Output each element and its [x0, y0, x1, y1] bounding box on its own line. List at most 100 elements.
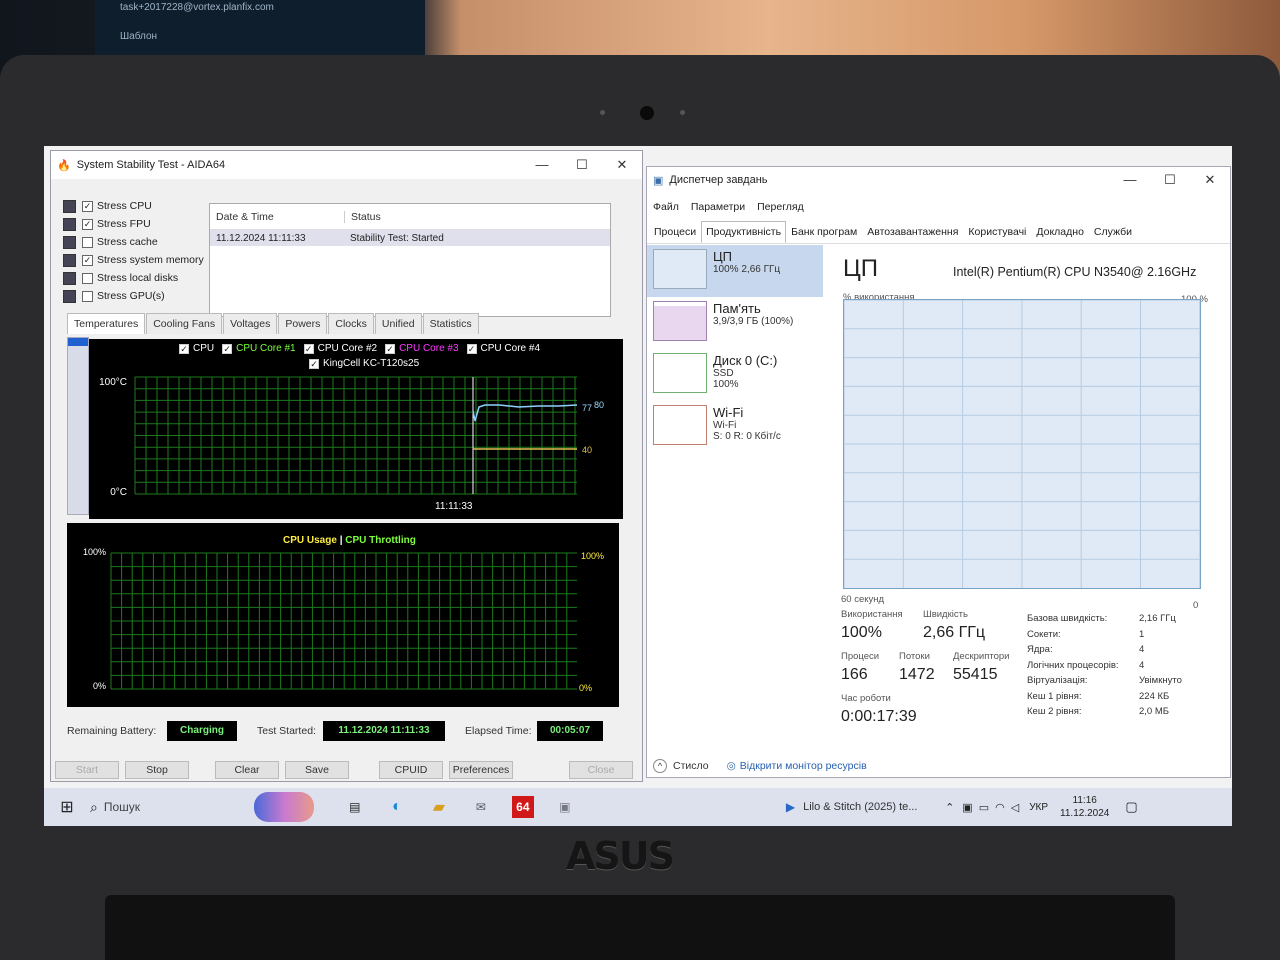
tab[interactable]: Cooling Fans — [146, 313, 223, 334]
device-icon — [63, 235, 76, 249]
search-box[interactable]: Пошук — [104, 800, 254, 814]
checkbox[interactable] — [82, 236, 93, 248]
battery-icon[interactable]: ▭ — [979, 801, 989, 814]
stop-button[interactable]: Stop — [125, 761, 189, 779]
tm-tab[interactable]: Докладно — [1031, 221, 1089, 243]
tm-tab[interactable]: Продуктивність — [701, 221, 787, 243]
maximize-button[interactable]: ☐ — [562, 157, 602, 173]
maximize-button[interactable]: ☐ — [1150, 172, 1190, 188]
file-explorer-icon[interactable]: ▰ — [418, 797, 460, 817]
detail-row: Логічних процесорів: 4 — [1027, 660, 1227, 676]
start-button[interactable]: Start — [55, 761, 119, 779]
device-icon — [63, 199, 76, 213]
detail-row: Сокети: 1 — [1027, 629, 1227, 645]
stress-item[interactable]: Stress GPU(s) — [63, 287, 204, 305]
perf-thumbnail — [653, 301, 707, 341]
clock[interactable]: 11:16 11.12.2024 — [1060, 794, 1109, 820]
perf-item[interactable]: ЦП 100% 2,66 ГГц — [647, 245, 823, 297]
menu-item[interactable]: Файл — [653, 201, 679, 213]
stress-item[interactable]: ✓ Stress FPU — [63, 215, 204, 233]
perf-text: Wi-Fi Wi-Fi S: 0 R: 0 Кбіт/с — [713, 405, 781, 449]
clear-button[interactable]: Clear — [215, 761, 279, 779]
perf-item[interactable]: Пам'ять 3,9/3,9 ГБ (100%) — [647, 297, 823, 349]
save-button[interactable]: Save — [285, 761, 349, 779]
tm-tab[interactable]: Користувачі — [963, 221, 1031, 243]
tab[interactable]: Clocks — [328, 313, 374, 334]
language-indicator[interactable]: УКР — [1029, 802, 1048, 813]
wifi-icon[interactable]: ◠ — [995, 801, 1005, 814]
legend-item[interactable]: ✓ CPU Core #1 — [222, 343, 296, 354]
checkbox[interactable]: ✓ — [303, 343, 314, 354]
perf-thumbnail — [653, 249, 707, 289]
close-dialog-button[interactable]: Close — [569, 761, 633, 779]
chevron-up-icon[interactable]: ^ — [653, 759, 667, 773]
task-view-icon[interactable]: ▤ — [334, 800, 376, 814]
stress-item[interactable]: Stress cache — [63, 233, 204, 251]
checkbox[interactable]: ✓ — [82, 254, 93, 266]
col-date[interactable]: Date & Time — [210, 211, 344, 223]
stress-item[interactable]: ✓ Stress system memory — [63, 251, 204, 269]
tm-tab[interactable]: Автозавантаження — [862, 221, 963, 243]
search-icon[interactable]: ⌕ — [90, 799, 98, 816]
volume-icon[interactable]: ◁ — [1011, 801, 1019, 814]
col-status[interactable]: Status — [344, 210, 381, 223]
checkbox[interactable] — [82, 272, 93, 284]
notification-icon[interactable]: ▢ — [1125, 799, 1137, 815]
legend-item[interactable]: ✓ CPU Core #4 — [466, 343, 540, 354]
weather-widget-icon[interactable] — [253, 792, 314, 822]
media-title[interactable]: Lilo & Stitch (2025) te... — [803, 801, 943, 813]
checkbox[interactable]: ✓ — [222, 343, 233, 354]
checkbox[interactable]: ✓ — [82, 218, 93, 230]
cpu-details: Базова швидкість: 2,16 ГГц Сокети: 1 Ядра: 4 Л… — [1027, 613, 1227, 722]
windows-start-icon[interactable]: ⊞ — [44, 797, 90, 817]
checkbox[interactable]: ✓ — [309, 358, 319, 369]
tm-tab[interactable]: Банк програм — [786, 221, 862, 243]
resource-monitor-link[interactable]: Відкрити монітор ресурсів — [740, 760, 867, 772]
mail-icon[interactable]: ✉ — [460, 800, 502, 814]
perf-title: Wi-Fi — [713, 405, 744, 420]
task-manager-taskbar-icon[interactable]: ▣ — [544, 800, 586, 814]
legend-item[interactable]: ✓ CPU Core #3 — [385, 343, 459, 354]
minimize-button[interactable]: — — [522, 157, 562, 173]
legend-item[interactable]: ✓ CPU Core #2 — [303, 343, 377, 354]
compact-link[interactable]: Стисло — [673, 760, 709, 772]
perf-item[interactable]: Wi-Fi Wi-Fi S: 0 R: 0 Кбіт/с — [647, 401, 823, 453]
perf-sub: SSD — [713, 368, 734, 379]
tab[interactable]: Unified — [374, 313, 422, 334]
laptop-hinge — [105, 895, 1175, 960]
checkbox[interactable]: ✓ — [179, 343, 189, 354]
tab[interactable]: Powers — [278, 313, 328, 334]
stress-item[interactable]: ✓ Stress CPU — [63, 197, 204, 215]
minimize-button[interactable]: — — [1110, 172, 1150, 188]
checkbox[interactable]: ✓ — [82, 200, 93, 212]
table-row[interactable]: 11.12.2024 11:11:33 Stability Test: Star… — [210, 230, 610, 246]
separator: | — [339, 535, 343, 546]
tm-tab[interactable]: Процеси — [649, 221, 701, 243]
media-play-icon[interactable]: ▶ — [786, 800, 795, 814]
cpu-graph — [843, 299, 1201, 589]
detail-value: 2,16 ГГц — [1139, 613, 1176, 624]
perf-item[interactable]: Диск 0 (C:) SSD 100% — [647, 349, 823, 401]
menu-item[interactable]: Перегляд — [757, 201, 804, 213]
legend-item[interactable]: ✓ KingCell KC-T120s25 — [309, 358, 419, 369]
network-device-icon[interactable]: ▣ — [962, 801, 972, 814]
tab[interactable]: Voltages — [223, 313, 278, 334]
close-button[interactable]: ✕ — [602, 157, 642, 173]
tab[interactable]: Statistics — [422, 313, 479, 334]
checkbox[interactable]: ✓ — [385, 343, 396, 354]
tray-chevron-icon[interactable]: ⌃ — [945, 801, 954, 814]
legend-item[interactable]: ✓ CPU — [179, 343, 214, 354]
aida64-icon[interactable]: 64 — [511, 796, 534, 818]
preferences-button[interactable]: Preferences — [449, 761, 513, 779]
menu-item[interactable]: Параметри — [691, 201, 745, 213]
graph-tabs: Temperatures Cooling Fans Voltages Powers Cl… — [67, 313, 480, 334]
stress-item[interactable]: Stress local disks — [63, 269, 204, 287]
checkbox[interactable] — [82, 290, 93, 302]
tm-tab[interactable]: Служби — [1089, 221, 1137, 243]
checkbox[interactable]: ✓ — [466, 343, 477, 354]
close-button[interactable]: ✕ — [1190, 172, 1230, 188]
cpuid-button[interactable]: CPUID — [379, 761, 443, 779]
tab[interactable]: Temperatures — [67, 313, 146, 334]
edge-icon[interactable]: ◐ — [376, 798, 418, 816]
detail-value: 4 — [1139, 659, 1145, 671]
